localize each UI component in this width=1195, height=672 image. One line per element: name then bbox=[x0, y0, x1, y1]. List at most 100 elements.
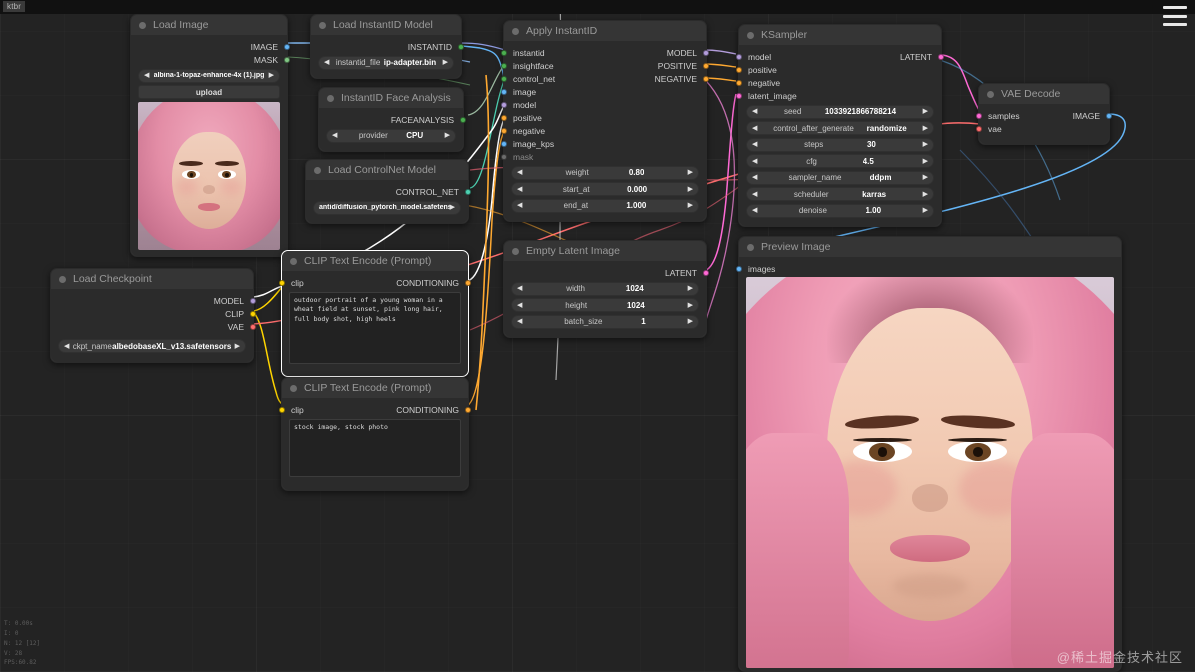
input-port-model[interactable]: model LATENT bbox=[736, 50, 944, 63]
node-empty-latent-image[interactable]: Empty Latent Image LATENT ◀ width 1024 ▶… bbox=[503, 240, 709, 338]
model-port-dot[interactable] bbox=[501, 101, 507, 108]
node-clip-text-encode-negative[interactable]: CLIP Text Encode (Prompt) clip CONDITION… bbox=[279, 377, 471, 491]
seed-widget[interactable]: ◀ seed 1033921866788214 ▶ bbox=[746, 104, 934, 119]
output-port-mask[interactable]: MASK bbox=[131, 53, 290, 66]
next-arrow-icon[interactable]: ▶ bbox=[235, 343, 240, 350]
collapse-toggle-icon[interactable] bbox=[512, 27, 519, 35]
node-title-bar[interactable]: CLIP Text Encode (Prompt) bbox=[282, 378, 468, 398]
clip-port-dot[interactable] bbox=[250, 310, 256, 317]
input-port-images[interactable]: images bbox=[736, 262, 1121, 275]
output-port-latent[interactable]: LATENT bbox=[504, 266, 709, 279]
next-arrow-icon[interactable]: ▶ bbox=[923, 158, 928, 165]
prev-arrow-icon[interactable]: ◀ bbox=[517, 302, 522, 309]
next-arrow-icon[interactable]: ▶ bbox=[923, 141, 928, 148]
node-instantid-face-analysis[interactable]: InstantID Face Analysis FACEANALYSIS ◀ p… bbox=[318, 87, 466, 152]
mask-port-dot[interactable] bbox=[284, 56, 290, 63]
input-port-samples[interactable]: samples IMAGE bbox=[976, 109, 1112, 122]
prev-arrow-icon[interactable]: ◀ bbox=[517, 285, 522, 292]
prev-arrow-icon[interactable]: ◀ bbox=[517, 186, 522, 193]
negative-port-dot[interactable] bbox=[736, 79, 742, 86]
prev-arrow-icon[interactable]: ◀ bbox=[332, 132, 337, 139]
vae-port-dot[interactable] bbox=[976, 125, 982, 132]
collapse-toggle-icon[interactable] bbox=[290, 257, 297, 265]
clip-port-dot[interactable] bbox=[279, 406, 285, 413]
instantid-file-widget[interactable]: ◀ instantid_file ip-adapter.bin ▶ bbox=[318, 55, 454, 70]
cfg-widget[interactable]: ◀ cfg 4.5 ▶ bbox=[746, 154, 934, 168]
latent-image-port-dot[interactable] bbox=[736, 92, 742, 99]
prev-arrow-icon[interactable]: ◀ bbox=[752, 125, 757, 132]
prev-arrow-icon[interactable]: ◀ bbox=[144, 72, 149, 79]
height-widget[interactable]: ◀ height 1024 ▶ bbox=[511, 298, 699, 312]
next-arrow-icon[interactable]: ▶ bbox=[923, 207, 928, 214]
output-port-image[interactable]: IMAGE bbox=[131, 40, 290, 53]
controlnet-name-widget[interactable]: antid/diffusion_pytorch_model.safetensor… bbox=[313, 200, 461, 215]
node-apply-instantid[interactable]: Apply InstantID instantid MODEL insightf… bbox=[501, 20, 709, 222]
node-vae-decode[interactable]: VAE Decode samples IMAGE vae bbox=[976, 83, 1112, 145]
input-port-instantid[interactable]: instantid MODEL bbox=[501, 46, 709, 59]
input-port-vae[interactable]: vae bbox=[976, 122, 1109, 135]
input-port-model[interactable]: model bbox=[501, 98, 706, 111]
node-preview-image[interactable]: Preview Image images bbox=[736, 236, 1122, 672]
image-filename-widget[interactable]: ◀ albina-1-topaz-enhance-4x (1).jpg ▶ bbox=[138, 68, 280, 83]
negative-port-dot[interactable] bbox=[703, 75, 709, 82]
end-at-widget[interactable]: ◀ end_at 1.000 ▶ bbox=[511, 198, 699, 213]
input-port-latent-image[interactable]: latent_image bbox=[736, 89, 941, 102]
controlnet-port-dot[interactable] bbox=[465, 188, 471, 195]
node-title-bar[interactable]: Load ControlNet Model bbox=[306, 160, 468, 180]
positive-port-dot[interactable] bbox=[501, 114, 507, 121]
collapse-toggle-icon[interactable] bbox=[290, 384, 297, 392]
image-port-dot[interactable] bbox=[1106, 112, 1112, 119]
output-port-faceanalysis[interactable]: FACEANALYSIS bbox=[319, 113, 466, 126]
images-port-dot[interactable] bbox=[736, 265, 742, 272]
input-port-insightface[interactable]: insightface POSITIVE bbox=[501, 59, 709, 72]
next-arrow-icon[interactable]: ▶ bbox=[923, 191, 928, 198]
model-port-dot[interactable] bbox=[250, 297, 256, 304]
input-port-negative[interactable]: negative bbox=[736, 76, 941, 89]
comfyui-canvas[interactable]: ktbr Load Image IMAGE MASK ◀ albina-1-to… bbox=[0, 0, 1195, 672]
prev-arrow-icon[interactable]: ◀ bbox=[517, 169, 522, 176]
collapse-toggle-icon[interactable] bbox=[987, 90, 994, 98]
collapse-toggle-icon[interactable] bbox=[139, 21, 146, 29]
node-clip-text-encode-positive[interactable]: CLIP Text Encode (Prompt) clip CONDITION… bbox=[279, 250, 471, 377]
input-port-image-kps[interactable]: image_kps bbox=[501, 137, 706, 150]
next-arrow-icon[interactable]: ▶ bbox=[923, 174, 928, 181]
next-arrow-icon[interactable]: ▶ bbox=[688, 202, 693, 209]
ckpt-name-widget[interactable]: ◀ ckpt_name albedobaseXL_v13.safetensors… bbox=[58, 339, 246, 353]
mask-port-dot[interactable] bbox=[501, 153, 507, 160]
conditioning-port-dot[interactable] bbox=[465, 406, 471, 413]
next-arrow-icon[interactable]: ▶ bbox=[688, 318, 693, 325]
latent-port-dot[interactable] bbox=[703, 269, 709, 276]
next-arrow-icon[interactable]: ▶ bbox=[688, 285, 693, 292]
input-port-mask[interactable]: mask bbox=[501, 150, 706, 163]
prev-arrow-icon[interactable]: ◀ bbox=[752, 207, 757, 214]
start-at-widget[interactable]: ◀ start_at 0.000 ▶ bbox=[511, 182, 699, 196]
node-title-bar[interactable]: Apply InstantID bbox=[504, 21, 706, 41]
model-port-dot[interactable] bbox=[736, 53, 742, 60]
instantid-port-dot[interactable] bbox=[458, 43, 464, 50]
negative-port-dot[interactable] bbox=[501, 127, 507, 134]
node-title-bar[interactable]: Load InstantID Model bbox=[311, 15, 461, 35]
prev-arrow-icon[interactable]: ◀ bbox=[752, 141, 757, 148]
weight-widget[interactable]: ◀ weight 0.80 ▶ bbox=[511, 165, 699, 180]
instantid-port-dot[interactable] bbox=[501, 49, 507, 56]
clip-port-dot[interactable] bbox=[279, 279, 285, 286]
node-ksampler[interactable]: KSampler model LATENT positive negative … bbox=[736, 24, 944, 227]
node-title-bar[interactable]: Load Checkpoint bbox=[51, 269, 253, 289]
port-row-clip-conditioning[interactable]: clip CONDITIONING bbox=[279, 403, 471, 416]
prev-arrow-icon[interactable]: ◀ bbox=[64, 343, 69, 350]
model-port-dot[interactable] bbox=[703, 49, 709, 56]
provider-widget[interactable]: ◀ provider CPU ▶ bbox=[326, 128, 456, 143]
node-title-bar[interactable]: VAE Decode bbox=[979, 84, 1109, 104]
node-load-checkpoint[interactable]: Load Checkpoint MODEL CLIP VAE ◀ ckpt_na… bbox=[50, 268, 256, 363]
input-port-image[interactable]: image bbox=[501, 85, 706, 98]
positive-port-dot[interactable] bbox=[703, 62, 709, 69]
node-title-bar[interactable]: Empty Latent Image bbox=[504, 241, 706, 261]
next-arrow-icon[interactable]: ▶ bbox=[443, 59, 448, 66]
input-port-positive[interactable]: positive bbox=[736, 63, 941, 76]
upload-button[interactable]: upload bbox=[138, 85, 280, 99]
next-arrow-icon[interactable]: ▶ bbox=[269, 72, 274, 79]
positive-prompt-textarea[interactable]: outdoor portrait of a young woman in a w… bbox=[289, 292, 461, 364]
prev-arrow-icon[interactable]: ◀ bbox=[752, 191, 757, 198]
node-title-bar[interactable]: Preview Image bbox=[739, 237, 1121, 257]
next-arrow-icon[interactable]: ▶ bbox=[688, 302, 693, 309]
